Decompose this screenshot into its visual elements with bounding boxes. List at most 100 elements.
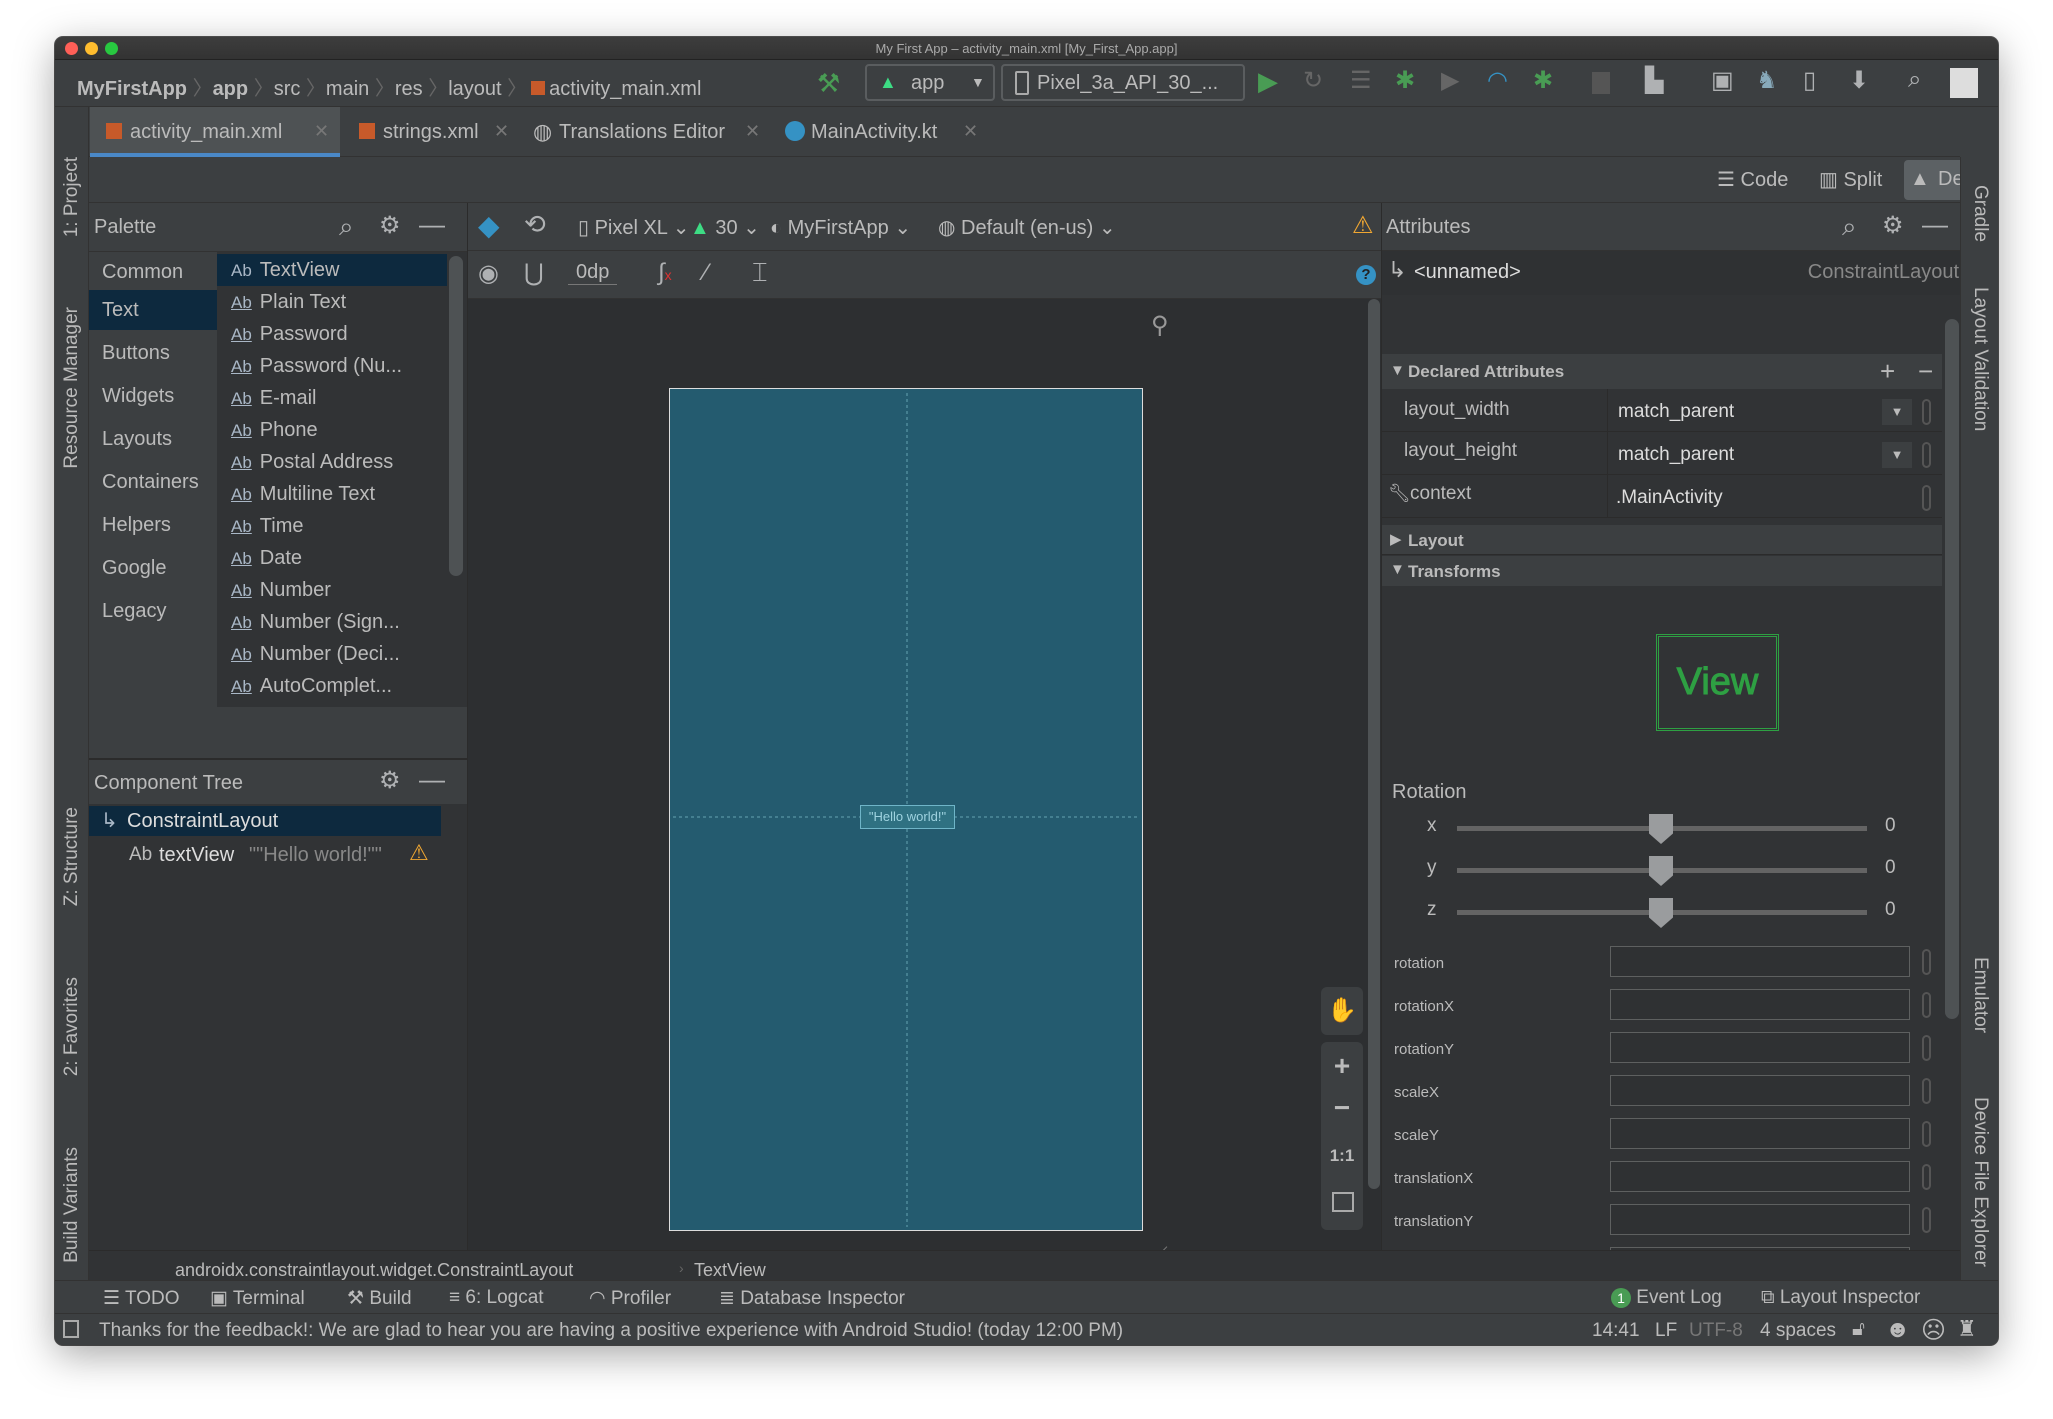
minimize-icon[interactable]: — xyxy=(419,764,445,795)
view-options-eye-icon[interactable]: ◉ xyxy=(478,259,499,288)
textview-widget[interactable]: "Hello world!" xyxy=(860,805,955,829)
palette-item[interactable]: Ab Phone xyxy=(217,414,447,446)
device-dropdown[interactable]: ▯ Pixel XL ⌄ xyxy=(578,215,690,240)
indent-setting[interactable]: 4 spaces xyxy=(1760,1320,1836,1342)
layout-section-header[interactable]: ▶ Layout xyxy=(1382,525,1942,555)
file-encoding[interactable]: UTF-8 xyxy=(1689,1320,1743,1342)
stop-icon[interactable] xyxy=(1592,72,1610,94)
design-surface-layers-icon[interactable]: ◆ xyxy=(478,209,500,242)
category-google[interactable]: Google xyxy=(89,548,217,588)
zoom-in-button[interactable]: + xyxy=(1321,1050,1363,1082)
palette-item[interactable]: Ab Password xyxy=(217,318,447,350)
layout-height-value[interactable]: match_parent xyxy=(1618,444,1734,466)
path-textview[interactable]: TextView xyxy=(694,1260,766,1281)
palette-item[interactable]: Ab E-mail xyxy=(217,382,447,414)
resource-picker-button[interactable] xyxy=(1922,1121,1931,1147)
gear-icon[interactable]: ⚙ xyxy=(379,211,401,240)
category-containers[interactable]: Containers xyxy=(89,462,217,502)
infer-constraints-wand-icon[interactable]: ⁄ xyxy=(704,259,708,287)
zoom-actual-size-button[interactable]: 1:1 xyxy=(1321,1146,1363,1166)
apply-changes-icon[interactable]: ↻ xyxy=(1303,66,1323,95)
zoom-out-button[interactable]: − xyxy=(1321,1092,1363,1124)
palette-item[interactable]: Ab TextView xyxy=(217,254,447,286)
device-resize-wrench-icon[interactable]: ⚲ xyxy=(1151,311,1169,340)
breadcrumb-layout[interactable]: layout xyxy=(448,78,501,100)
chevron-down-icon[interactable]: ▼ xyxy=(1882,442,1912,468)
locale-dropdown[interactable]: ◍ Default (en-us) ⌄ xyxy=(938,215,1116,240)
apply-code-changes-icon[interactable]: ☰ xyxy=(1350,66,1372,95)
palette-item[interactable]: Ab AutoComplet... xyxy=(217,670,447,702)
help-icon[interactable]: ? xyxy=(1356,265,1376,285)
breadcrumb-file[interactable]: activity_main.xml xyxy=(549,78,701,100)
profile-icon[interactable]: ▶ xyxy=(1441,66,1459,95)
resource-picker-button[interactable] xyxy=(1922,442,1931,468)
guidelines-icon[interactable]: ⌶ xyxy=(752,257,768,289)
tool-profiler[interactable]: ◠ Profiler xyxy=(589,1287,671,1310)
caret-position[interactable]: 14:41 xyxy=(1592,1320,1640,1342)
tool-structure[interactable]: Z: Structure xyxy=(61,807,83,906)
palette-item[interactable]: Ab Time xyxy=(217,510,447,542)
layout-width-value[interactable]: match_parent xyxy=(1618,401,1734,423)
palette-item[interactable]: Ab Multiline Text xyxy=(217,478,447,510)
default-margin-field[interactable]: 0dp xyxy=(568,261,618,285)
zoom-to-fit-button[interactable] xyxy=(1332,1192,1354,1212)
context-value[interactable]: .MainActivity xyxy=(1616,487,1723,509)
split-mode-button[interactable]: ▥ Split xyxy=(1819,167,1882,192)
breadcrumb-app[interactable]: app xyxy=(213,78,249,100)
tab-main-activity[interactable]: MainActivity.kt ✕ xyxy=(779,107,979,157)
tool-device-file-explorer[interactable]: Device File Explorer xyxy=(1969,1097,1991,1267)
palette-item[interactable]: Ab Postal Address xyxy=(217,446,447,478)
search-icon[interactable]: ⌕ xyxy=(339,211,354,243)
attributes-scrollbar[interactable] xyxy=(1945,319,1959,1019)
path-constraintlayout[interactable]: androidx.constraintlayout.widget.Constra… xyxy=(175,1260,573,1281)
transforms-section-header[interactable]: ▼ Transforms xyxy=(1382,556,1942,586)
scaley-input[interactable] xyxy=(1610,1118,1910,1149)
warning-icon[interactable]: ⚠ xyxy=(1352,211,1374,240)
rotation-input[interactable] xyxy=(1610,946,1910,977)
tool-favorites[interactable]: 2: Favorites xyxy=(61,977,83,1076)
device-screen[interactable]: "Hello world!" xyxy=(669,388,1143,1231)
rotationx-input[interactable] xyxy=(1610,989,1910,1020)
device-manager-icon[interactable]: ▯ xyxy=(1803,66,1816,95)
tab-translations-editor[interactable]: ◍ Translations Editor ✕ xyxy=(529,107,769,157)
chevron-down-icon[interactable]: ▼ xyxy=(1882,399,1912,425)
lock-icon[interactable]: 🔓︎ xyxy=(1852,1318,1865,1341)
close-tab-icon[interactable]: ✕ xyxy=(314,121,329,142)
palette-item[interactable]: Ab Number xyxy=(217,574,447,606)
gradle-sync-icon[interactable]: ♞ xyxy=(1756,66,1778,95)
smile-feedback-icon[interactable]: ☻ xyxy=(1885,1316,1910,1344)
gear-icon[interactable]: ⚙ xyxy=(379,766,401,795)
tool-layout-validation[interactable]: Layout Validation xyxy=(1969,287,1991,431)
avd-manager-icon[interactable]: ▣ xyxy=(1711,66,1734,95)
breadcrumb-main[interactable]: main xyxy=(326,78,369,100)
gear-icon[interactable]: ⚙ xyxy=(1882,211,1904,240)
tab-strings[interactable]: strings.xml ✕ xyxy=(349,107,519,157)
declared-attributes-header[interactable]: ▼ Declared Attributes + − xyxy=(1382,354,1942,389)
palette-item[interactable]: Ab Plain Text xyxy=(217,286,447,318)
autoconnect-magnet-icon[interactable]: ⋃ xyxy=(524,259,544,288)
translationx-input[interactable] xyxy=(1610,1161,1910,1192)
resource-picker-button[interactable] xyxy=(1922,1164,1931,1190)
resource-picker-button[interactable] xyxy=(1922,949,1931,975)
category-buttons[interactable]: Buttons xyxy=(89,333,217,373)
category-text[interactable]: Text xyxy=(89,290,217,330)
translationy-input[interactable] xyxy=(1610,1204,1910,1235)
category-legacy[interactable]: Legacy xyxy=(89,591,217,631)
breadcrumb-src[interactable]: src xyxy=(274,78,301,100)
tool-build[interactable]: ⚒ Build xyxy=(347,1287,412,1310)
profiler-gauge-icon[interactable]: ◠ xyxy=(1487,66,1508,95)
resource-picker-button[interactable] xyxy=(1922,992,1931,1018)
project-structure-icon[interactable]: ▙ xyxy=(1645,66,1663,95)
account-avatar[interactable] xyxy=(1950,68,1978,98)
frown-feedback-icon[interactable]: ☹ xyxy=(1921,1316,1946,1345)
palette-scrollbar[interactable] xyxy=(449,256,463,576)
device-select[interactable]: Pixel_3a_API_30_... xyxy=(1001,64,1245,101)
rotation-y-thumb[interactable] xyxy=(1649,856,1673,886)
line-separator[interactable]: LF xyxy=(1655,1320,1677,1342)
close-tab-icon[interactable]: ✕ xyxy=(494,121,509,142)
tool-resource-manager[interactable]: Resource Manager xyxy=(61,307,83,469)
tab-activity-main[interactable]: activity_main.xml ✕ xyxy=(90,107,340,157)
toggle-tool-windows-icon[interactable] xyxy=(63,1320,79,1338)
inspector-hat-icon[interactable]: ♜ xyxy=(1957,1316,1977,1342)
status-message[interactable]: Thanks for the feedback!: We are glad to… xyxy=(99,1320,1123,1342)
